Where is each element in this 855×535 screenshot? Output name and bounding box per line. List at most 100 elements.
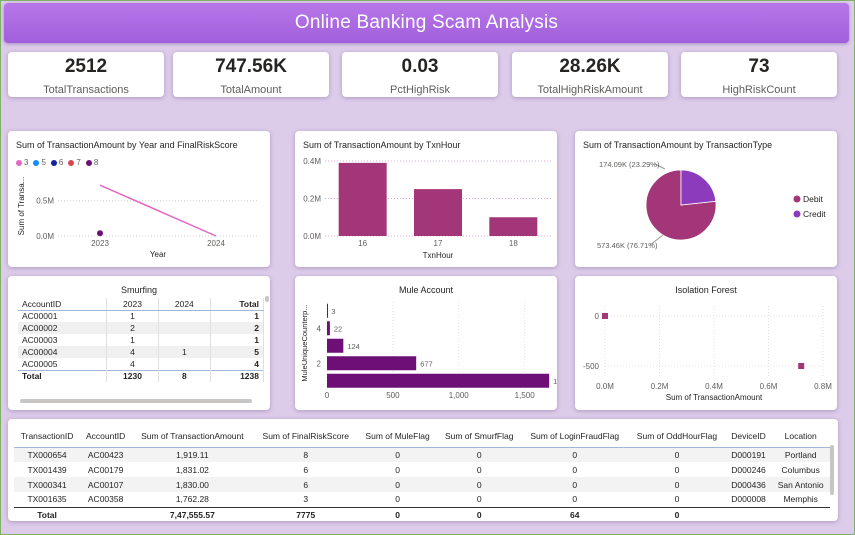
table-cell: Portland: [771, 447, 830, 462]
table-cell: Total: [14, 506, 81, 521]
data-label: 1686: [553, 377, 557, 386]
x-axis-title: Year: [150, 250, 167, 259]
scatter-point: [798, 363, 805, 369]
table-cell: D000246: [731, 464, 766, 475]
table-cell: [771, 506, 830, 521]
table-cell: 0: [628, 477, 726, 492]
table-row[interactable]: TX000341 AC00107 1,830.00 6 0 0 0 0 D000436 San A…: [14, 477, 830, 492]
legend-marker: [793, 210, 801, 218]
table-cell: 1: [106, 334, 159, 346]
x-axis-title: Sum of TransactionAmount: [666, 393, 763, 402]
table-row[interactable]: TX001635 AC00358 1,762.28 3 0 0 0 0 D000008 Memph…: [14, 492, 830, 507]
table-cell: 8: [158, 369, 211, 382]
kpi-card-total-high-risk-amount[interactable]: 28.26K TotalHighRiskAmount: [512, 52, 668, 97]
table-cell: 0: [357, 506, 438, 521]
table-cell: 1238: [210, 369, 265, 382]
mule-bar-chart-svg: 0 500 1,000 1,500 3 22 4 124 677 2 1686 MuleUniqueC…: [300, 302, 557, 400]
table-cell: AC00423: [80, 447, 132, 462]
column-header[interactable]: Sum of OddHourFlag: [628, 425, 726, 448]
table-cell: 0: [572, 494, 578, 505]
data-label: 22: [334, 324, 342, 333]
table-cell: 1: [210, 310, 265, 322]
table-cell: 2: [210, 322, 265, 334]
column-header[interactable]: Sum of FinalRiskScore: [253, 425, 358, 448]
table-row[interactable]: AC00002 2 2: [18, 322, 265, 334]
table-cell: TX001439: [27, 464, 67, 475]
bar: [489, 217, 538, 236]
vertical-scrollbar[interactable]: [265, 296, 269, 302]
smurfing-table-card[interactable]: Smurfing AccountID 2023 2024 Total AC00001 1…: [8, 276, 270, 410]
table-cell: 0: [437, 506, 522, 521]
x-tick-label: 16: [358, 239, 367, 248]
column-header[interactable]: TransactionID: [14, 425, 81, 448]
table-row[interactable]: AC00005 4 4: [18, 358, 265, 370]
kpi-card-high-risk-count[interactable]: 73 HighRiskCount: [681, 52, 837, 97]
line-chart-year-risk-card[interactable]: Sum of TransactionAmount by Year and Fin…: [8, 131, 270, 267]
table-cell: TX000341: [14, 477, 81, 492]
table-row[interactable]: TX001439 AC00179 1,831.02 6 0 0 0 0 D000246 Colum…: [14, 462, 830, 477]
table-row[interactable]: AC00003 1 1: [18, 334, 265, 346]
x-tick-label: 0: [325, 391, 330, 400]
kpi-card-pct-high-risk[interactable]: 0.03 PctHighRisk: [342, 52, 498, 97]
table-cell: [158, 334, 211, 346]
column-header[interactable]: DeviceID: [725, 425, 772, 448]
kpi-label: TotalHighRiskAmount: [537, 83, 643, 96]
table-cell: 0: [357, 477, 438, 492]
horizontal-scrollbar[interactable]: [20, 399, 252, 403]
column-header[interactable]: AccountID: [18, 298, 108, 311]
table-cell: 1,831.02: [175, 464, 209, 475]
bar-chart-txnhour-card[interactable]: Sum of TransactionAmount by TxnHour 0.4M…: [295, 131, 557, 267]
table-cell: [158, 358, 211, 370]
column-header[interactable]: Sum of LoginFraudFlag: [521, 425, 629, 448]
table-cell: 0: [357, 447, 438, 462]
table-cell: 4: [106, 358, 159, 370]
table-cell: AC00003: [18, 334, 108, 346]
column-header[interactable]: Location: [771, 425, 830, 448]
line-chart-svg: 0.5M 0.0M 2023 2024 Year Sum of Transa...: [17, 177, 258, 259]
isolation-forest-chart-card[interactable]: Isolation Forest 0.0M 0.2M 0.4M 0.6M 0.8M 0 -5…: [575, 276, 837, 410]
x-tick-label: 18: [509, 239, 518, 248]
y-tick-label: 0.0M: [303, 232, 321, 241]
table-row[interactable]: AC00001 1 1: [18, 310, 265, 322]
table-cell: 1230: [106, 369, 159, 382]
table-cell: Memphis: [783, 494, 818, 505]
column-header[interactable]: AccountID: [80, 425, 132, 448]
table-cell: 1,919.11: [131, 447, 254, 462]
transaction-details-card[interactable]: TransactionID AccountID Sum of Transaction…: [8, 419, 838, 521]
y-tick-label: 0.5M: [36, 197, 54, 206]
data-label: 573.46K (76.71%): [597, 241, 658, 250]
kpi-value: 28.26K: [559, 55, 621, 77]
column-header[interactable]: Sum of SmurfFlag: [437, 425, 522, 448]
table-cell: 4: [210, 358, 265, 370]
table-cell: 64: [521, 506, 629, 521]
bar: [327, 321, 330, 336]
kpi-card-total-amount[interactable]: 747.56K TotalAmount: [173, 52, 329, 97]
data-label: 124: [347, 342, 360, 351]
table-cell: 1,762.28: [175, 494, 209, 505]
y-tick-label: 0: [595, 312, 600, 321]
column-header[interactable]: Sum of TransactionAmount: [131, 425, 254, 448]
y-tick-label: 2: [317, 359, 322, 368]
column-header[interactable]: Sum of MuleFlag: [357, 425, 438, 448]
table-cell: 2: [106, 322, 159, 334]
x-tick-label: 2023: [91, 239, 109, 248]
mule-account-chart-card[interactable]: Mule Account 05001,0001,5003224124677216…: [295, 276, 557, 410]
column-header[interactable]: 2024: [158, 298, 211, 311]
column-header[interactable]: Total: [210, 298, 265, 311]
x-tick-label: 0.8M: [814, 382, 832, 391]
table-cell: 3: [303, 494, 309, 505]
kpi-card-total-transactions[interactable]: 2512 TotalTransactions: [8, 52, 164, 97]
kpi-label: PctHighRisk: [390, 83, 450, 96]
bar: [327, 338, 344, 353]
table-cell: D000191: [725, 447, 772, 462]
table-row[interactable]: TX000654 AC00423 1,919.11 8 0 0 0 0 D000191 Portl…: [14, 447, 830, 462]
x-tick-label: 0.4M: [705, 382, 723, 391]
table-row[interactable]: AC00004 4 1 5: [18, 346, 265, 358]
column-header[interactable]: 2023: [106, 298, 159, 311]
data-label: 677: [420, 359, 433, 368]
vertical-scrollbar[interactable]: [830, 445, 834, 495]
table-cell: 0: [674, 494, 680, 505]
pie-chart-transaction-type-card[interactable]: Sum of TransactionAmount by TransactionT…: [575, 131, 837, 267]
x-tick-label: 1,000: [449, 391, 470, 400]
kpi-value: 0.03: [401, 55, 439, 77]
